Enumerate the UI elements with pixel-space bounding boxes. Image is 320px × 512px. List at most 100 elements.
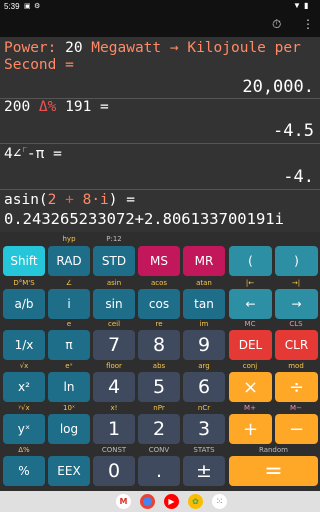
clear-button[interactable]: CLR [275, 330, 318, 360]
closing: ) = [108, 192, 135, 208]
operand: 191 = [56, 99, 109, 115]
subtract-button[interactable]: − [275, 414, 318, 444]
digit-5-button[interactable]: 5 [138, 372, 180, 402]
history-icon[interactable]: ⏱ [272, 17, 281, 32]
history-line-3-expression[interactable]: 4∠r-π = [4, 145, 62, 162]
operator: + [56, 192, 83, 208]
log-button[interactable]: log [48, 414, 90, 444]
digit-0-button[interactable]: 0 [93, 456, 135, 486]
divider [0, 143, 320, 144]
home-label: |← [245, 279, 255, 287]
memory-clear-label: MC [244, 320, 256, 328]
power-button[interactable]: yˣ [3, 414, 45, 444]
close-paren-button[interactable]: ) [275, 246, 318, 276]
history-line-2-expression[interactable]: 200 Δ% 191 = [4, 99, 109, 115]
keypad: hyp P:12 Shift RAD STD MS MR ( ) D°M'S ∠… [0, 232, 320, 491]
pi-button[interactable]: π [48, 330, 90, 360]
precision-label: P:12 [106, 235, 122, 243]
e-label: e [66, 320, 72, 328]
conv-label: CONV [148, 446, 170, 454]
atan-label: atan [196, 279, 212, 287]
root-label: ʸ√x [18, 404, 30, 412]
ln-button[interactable]: ln [48, 372, 90, 402]
youtube-icon[interactable]: ▶ [164, 494, 179, 509]
divider [0, 189, 320, 190]
decimal-point-button[interactable]: . [138, 456, 180, 486]
dms-label: D°M'S [13, 279, 35, 287]
digit-1-button[interactable]: 1 [93, 414, 135, 444]
digit-3-button[interactable]: 3 [183, 414, 225, 444]
abs-label: abs [152, 362, 166, 370]
operand: 4 [4, 145, 13, 162]
square-button[interactable]: x² [3, 372, 45, 402]
ncr-label: nCr [197, 404, 211, 412]
random-label: Random [259, 446, 288, 454]
memory-recall-button[interactable]: MR [183, 246, 225, 276]
floor-label: floor [106, 362, 122, 370]
equals-button[interactable]: = [229, 456, 318, 486]
history-line-2-result[interactable]: -4.5 [273, 121, 314, 141]
history-line-1-result[interactable]: 20,000. [242, 77, 314, 97]
digit-4-button[interactable]: 4 [93, 372, 135, 402]
chrome-icon[interactable] [140, 494, 155, 509]
tan-button[interactable]: tan [183, 289, 225, 319]
pow10-label: 10ˣ [62, 404, 75, 412]
exponent-entry-button[interactable]: EEX [48, 456, 90, 486]
digit-8-button[interactable]: 8 [138, 330, 180, 360]
cos-button[interactable]: cos [138, 289, 180, 319]
operator: Δ% [38, 99, 57, 115]
app-drawer-icon[interactable]: ⁙ [212, 494, 227, 509]
digit-6-button[interactable]: 6 [183, 372, 225, 402]
memory-subtract-label: M− [290, 404, 302, 412]
digit-9-button[interactable]: 9 [183, 330, 225, 360]
history-line-3-result[interactable]: -4. [283, 167, 314, 187]
cursor-right-button[interactable]: → [275, 289, 318, 319]
ceil-label: ceil [107, 320, 121, 328]
current-result[interactable]: 0.243265233072+2.806133700191i [4, 210, 314, 228]
status-time: 5:39 [4, 2, 20, 11]
gmail-icon[interactable]: M [116, 494, 131, 509]
calculator-display: Power: 20 Megawatt → Kilojoule per Secon… [0, 37, 320, 232]
exp-label: eˣ [65, 362, 73, 370]
percent-button[interactable]: % [3, 456, 45, 486]
stats-label: STATS [193, 446, 215, 454]
function-name: asin( [4, 192, 48, 208]
open-paren-button[interactable]: ( [229, 246, 272, 276]
hyp-label: hyp [62, 235, 76, 243]
memory-add-label: M+ [244, 404, 256, 412]
plus-minus-button[interactable]: ± [183, 456, 225, 486]
digit-2-button[interactable]: 2 [138, 414, 180, 444]
photos-icon[interactable]: ✿ [188, 494, 203, 509]
cursor-left-button[interactable]: ← [229, 289, 272, 319]
delete-button[interactable]: DEL [229, 330, 272, 360]
imaginary-button[interactable]: i [48, 289, 90, 319]
settings-status-icon: ⚙ [34, 3, 41, 10]
divide-button[interactable]: ÷ [275, 372, 318, 402]
operand: 8·i [82, 192, 109, 208]
sin-button[interactable]: sin [93, 289, 135, 319]
im-label: im [199, 320, 209, 328]
operand: 200 [4, 99, 39, 115]
wifi-icon: ▼ [293, 1, 301, 10]
current-expression[interactable]: asin(2 + 8·i) = [4, 192, 135, 208]
add-button[interactable]: + [229, 414, 272, 444]
conversion-units: Megawatt → Kilojoule per [82, 40, 301, 56]
shift-button[interactable]: Shift [3, 246, 45, 276]
more-options-icon[interactable]: ⋮ [302, 17, 314, 31]
std-button[interactable]: STD [93, 246, 135, 276]
conversion-value: 20 [65, 40, 83, 56]
reciprocal-button[interactable]: 1/x [3, 330, 45, 360]
taskbar: M ▶ ✿ ⁙ [0, 491, 320, 512]
history-line-1-expression[interactable]: Power: 20 Megawatt → Kilojoule per [4, 40, 301, 56]
fraction-button[interactable]: a/b [3, 289, 45, 319]
digit-7-button[interactable]: 7 [93, 330, 135, 360]
clear-screen-label: CLS [289, 320, 303, 328]
asin-label: asin [106, 279, 122, 287]
acos-label: acos [150, 279, 168, 287]
multiply-button[interactable]: × [229, 372, 272, 402]
status-bar: 5:39 ▣ ⚙ ▼ ▮ [0, 0, 320, 13]
re-label: re [155, 320, 163, 328]
rad-button[interactable]: RAD [48, 246, 90, 276]
history-line-1-continuation: Second = [4, 57, 74, 73]
memory-store-button[interactable]: MS [138, 246, 180, 276]
